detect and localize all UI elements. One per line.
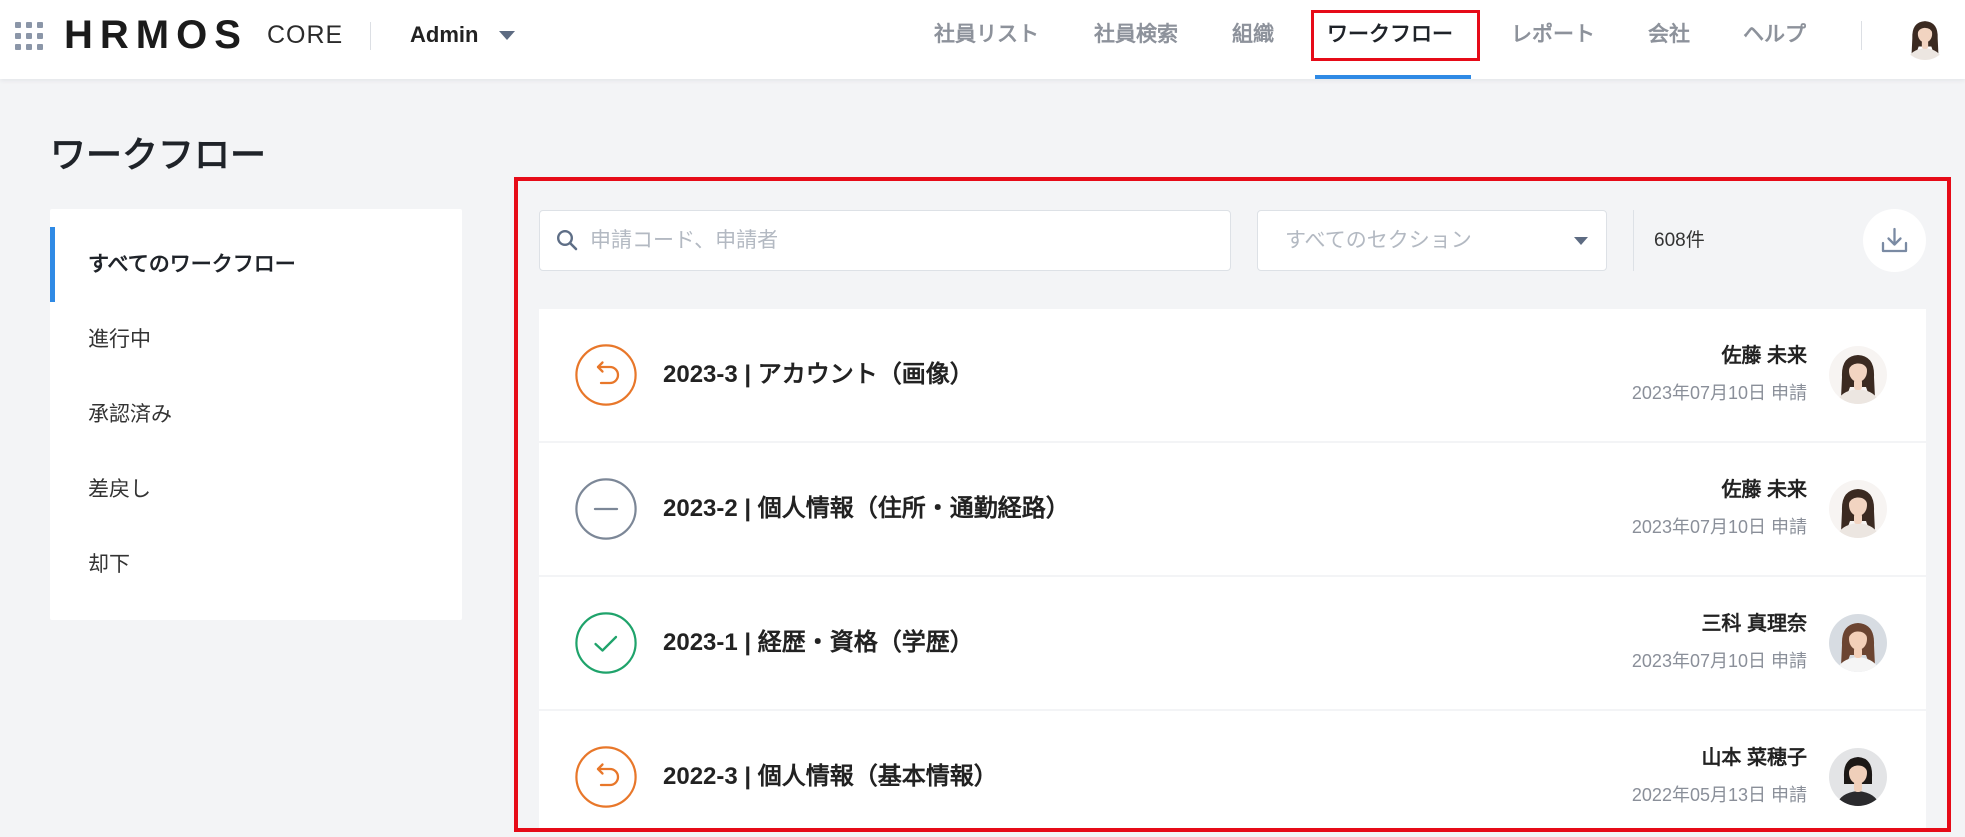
global-header: HRMOS CORE Admin 社員リスト 社員検索 組織 ワークフロー レポ… (0, 0, 1965, 79)
sidebar-item-approved[interactable]: 承認済み (50, 377, 462, 452)
download-button[interactable] (1863, 209, 1926, 272)
minus-icon (575, 478, 637, 540)
search-input[interactable] (588, 211, 1218, 270)
applicant-name: 佐藤 未来 (1721, 345, 1807, 367)
sidebar-item-rejected[interactable]: 却下 (50, 527, 462, 602)
header-divider (1861, 21, 1862, 50)
applicant-avatar (1829, 614, 1887, 672)
applicant-name: 山本 菜穂子 (1701, 747, 1807, 769)
application-date: 2023年07月10日 申請 (1631, 517, 1807, 537)
search-icon (556, 229, 578, 251)
workflow-title: 2022-3 | 個人情報（基本情報） (663, 763, 998, 790)
chevron-down-icon[interactable] (499, 31, 515, 40)
nav-workflow[interactable]: ワークフロー (1327, 10, 1453, 60)
header-divider (370, 22, 371, 50)
workflow-title: 2023-2 | 個人情報（住所・通勤経路） (663, 495, 1070, 522)
application-date: 2023年07月10日 申請 (1631, 383, 1807, 403)
workflow-filter-sidebar: すべてのワークフロー 進行中 承認済み 差戻し 却下 (50, 209, 462, 620)
account-label: Admin (410, 22, 479, 47)
workflow-title: 2023-3 | アカウント（画像） (663, 361, 974, 388)
active-tab-underline (1315, 75, 1471, 79)
sidebar-item-label: 承認済み (88, 403, 172, 426)
nav-organization[interactable]: 組織 (1232, 10, 1274, 60)
product-name: CORE (267, 21, 344, 49)
sidebar-item-label: 差戻し (88, 478, 151, 501)
hrmos-logo[interactable]: HRMOS (64, 10, 248, 60)
section-filter-select[interactable]: すべてのセクション (1257, 210, 1607, 271)
account-switcher[interactable]: Admin (410, 10, 478, 60)
nav-employee-list[interactable]: 社員リスト (934, 10, 1039, 60)
grid-icon[interactable] (15, 22, 43, 50)
user-avatar[interactable] (1902, 14, 1948, 60)
page-title: ワークフロー (50, 134, 267, 175)
toolbar-divider (1633, 210, 1634, 271)
sidebar-item-label: すべてのワークフロー (88, 253, 296, 276)
sidebar-item-returned[interactable]: 差戻し (50, 452, 462, 527)
sidebar-item-label: 進行中 (88, 328, 151, 351)
application-date: 2023年07月10日 申請 (1631, 651, 1807, 671)
nav-employee-search[interactable]: 社員検索 (1094, 10, 1178, 60)
applicant-avatar (1829, 480, 1887, 538)
sidebar-item-all[interactable]: すべてのワークフロー (50, 227, 462, 302)
workflow-row[interactable]: 2023-3 | アカウント（画像） 佐藤 未来 2023年07月10日 申請 (539, 309, 1926, 441)
nav-company[interactable]: 会社 (1648, 10, 1690, 60)
applicant-name: 三科 真理奈 (1701, 613, 1807, 635)
search-box (539, 210, 1231, 271)
applicant-avatar (1829, 346, 1887, 404)
workflow-row[interactable]: 2023-1 | 経歴・資格（学歴） 三科 真理奈 2023年07月10日 申請 (539, 577, 1926, 709)
sidebar-item-label: 却下 (88, 553, 130, 576)
application-date: 2022年05月13日 申請 (1631, 785, 1807, 805)
sidebar-item-in-progress[interactable]: 進行中 (50, 302, 462, 377)
applicant-name: 佐藤 未来 (1721, 479, 1807, 501)
undo-icon (575, 344, 637, 406)
check-icon (575, 612, 637, 674)
nav-help[interactable]: ヘルプ (1743, 10, 1806, 60)
undo-icon (575, 746, 637, 808)
caret-down-icon (1574, 237, 1588, 245)
section-filter-value: すべてのセクション (1285, 229, 1472, 252)
workflow-row[interactable]: 2022-3 | 個人情報（基本情報） 山本 菜穂子 2022年05月13日 申請 (539, 711, 1926, 828)
workflow-list: 2023-3 | アカウント（画像） 佐藤 未来 2023年07月10日 申請 20… (539, 309, 1926, 828)
nav-report[interactable]: レポート (1511, 10, 1595, 60)
result-count: 608件 (1654, 230, 1705, 251)
applicant-avatar (1829, 748, 1887, 806)
workflow-row[interactable]: 2023-2 | 個人情報（住所・通勤経路） 佐藤 未来 2023年07月10日 申… (539, 443, 1926, 575)
workflow-title: 2023-1 | 経歴・資格（学歴） (663, 629, 974, 656)
download-icon (1881, 227, 1908, 253)
